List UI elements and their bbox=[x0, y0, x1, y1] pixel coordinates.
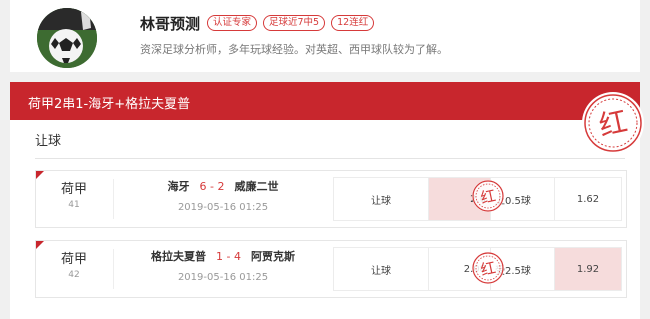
divider bbox=[35, 158, 625, 159]
expert-name: 林哥预测 bbox=[140, 15, 201, 33]
divider bbox=[113, 179, 114, 219]
away-team: 威廉二世 bbox=[234, 180, 279, 193]
divider bbox=[113, 249, 114, 289]
corner-flag bbox=[36, 241, 44, 249]
league-name: 荷甲 bbox=[60, 182, 87, 197]
tag-win-streak: 12连红 bbox=[331, 15, 375, 31]
away-team: 阿贾克斯 bbox=[250, 250, 295, 263]
home-team: 海牙 bbox=[167, 180, 190, 193]
market-label: 让球 bbox=[334, 178, 429, 220]
red-result-stamp: 红 bbox=[472, 180, 504, 212]
plan-title: 荷甲2串1-海牙+格拉夫夏普 bbox=[28, 97, 191, 112]
match-row[interactable]: 荷甲 41 海牙 6 - 2 威廉二世 2019-05-16 01:25 让球 … bbox=[35, 170, 627, 228]
league-name: 荷甲 bbox=[60, 252, 87, 267]
market-label: 让球 bbox=[334, 248, 429, 290]
avatar[interactable] bbox=[37, 8, 97, 68]
red-result-stamp: 红 bbox=[582, 92, 644, 154]
tag-certified: 认证专家 bbox=[207, 15, 258, 31]
section-label: 让球 bbox=[35, 134, 62, 149]
match-teams: 海牙 6 - 2 威廉二世 bbox=[118, 178, 328, 194]
home-team: 格拉夫夏普 bbox=[151, 250, 207, 263]
match-score: 1 - 4 bbox=[216, 249, 241, 263]
match-teams: 格拉夫夏普 1 - 4 阿贾克斯 bbox=[118, 248, 328, 264]
expert-bio: 资深足球分析师，多年玩球经验。对英超、西甲球队较为了解。 bbox=[140, 43, 448, 56]
odds-away: 1.62 bbox=[576, 193, 600, 205]
tag-recent-record: 足球近7中5 bbox=[263, 15, 326, 31]
match-time: 2019-05-16 01:25 bbox=[177, 202, 269, 213]
match-number: 42 bbox=[68, 270, 80, 280]
match-row[interactable]: 荷甲 42 格拉夫夏普 1 - 4 阿贾克斯 2019-05-16 01:25 … bbox=[35, 240, 627, 298]
plan-card: 荷甲2串1-海牙+格拉夫夏普 红 让球 荷甲 41 海牙 6 - 2 威廉二世 … bbox=[10, 82, 644, 319]
corner-flag bbox=[36, 171, 44, 179]
match-number: 41 bbox=[68, 200, 80, 210]
plan-banner[interactable]: 荷甲2串1-海牙+格拉夫夏普 bbox=[10, 82, 640, 120]
red-result-stamp: 红 bbox=[472, 252, 504, 284]
match-time: 2019-05-16 01:25 bbox=[177, 272, 269, 283]
match-score: 6 - 2 bbox=[199, 179, 225, 193]
expert-profile: 林哥预测 认证专家 足球近7中5 12连红 资深足球分析师，多年玩球经验。对英超… bbox=[10, 0, 640, 72]
soccer-ball-icon bbox=[37, 8, 97, 68]
odds-away: 1.92 bbox=[555, 248, 621, 290]
expert-tags: 认证专家 足球近7中5 12连红 bbox=[207, 15, 375, 31]
